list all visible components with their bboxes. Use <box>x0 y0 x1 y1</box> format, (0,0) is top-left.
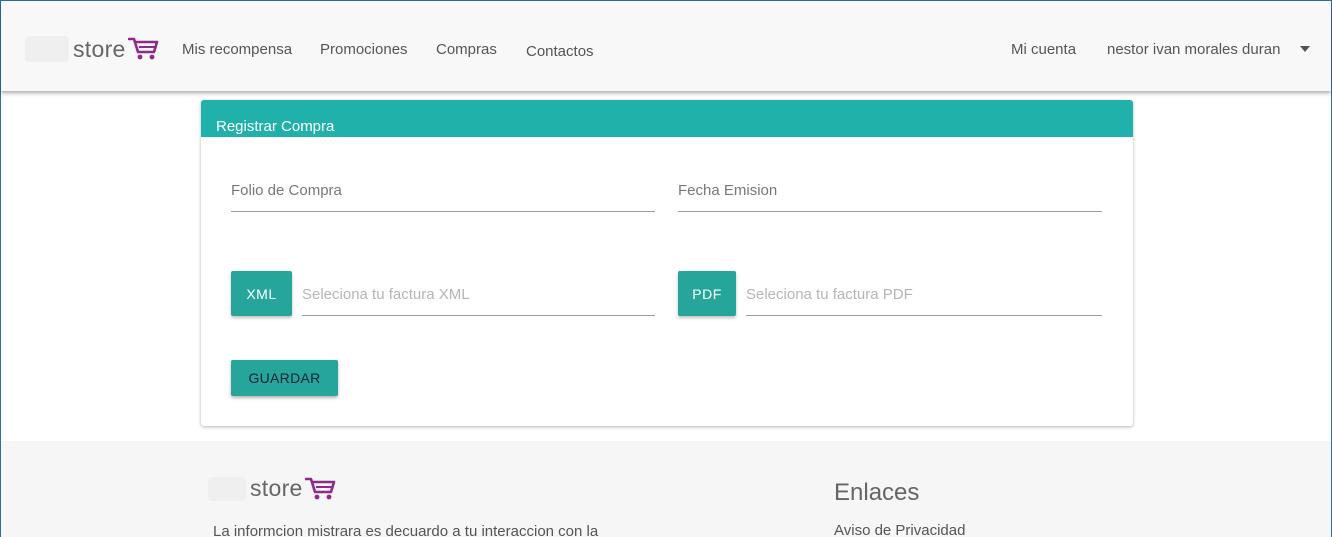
save-button[interactable]: GUARDAR <box>231 360 338 396</box>
footer-link-privacy[interactable]: Aviso de Privacidad <box>834 522 965 537</box>
shopping-cart-icon <box>304 477 335 499</box>
nav-link-mi-cuenta[interactable]: Mi cuenta <box>1011 41 1076 58</box>
xml-upload-button[interactable]: XML <box>231 271 292 316</box>
logo-placeholder <box>25 36 69 62</box>
xml-field-underline <box>302 315 655 316</box>
xml-file-input[interactable]: Seleciona tu factura XML <box>302 286 470 303</box>
footer-logo-placeholder <box>208 476 246 501</box>
nav-link-contactos[interactable]: Contactos <box>526 43 594 60</box>
pdf-field-underline <box>746 315 1102 316</box>
footer-brand-logo: store <box>208 475 337 502</box>
folio-field[interactable]: Folio de Compra <box>231 182 342 199</box>
footer-links-title: Enlaces <box>834 479 920 506</box>
brand-name: store <box>73 35 126 62</box>
top-navbar: store Mis recompensa Promociones Compras… <box>1 1 1331 91</box>
brand-logo[interactable]: store <box>25 31 160 67</box>
pdf-file-input[interactable]: Seleciona tu factura PDF <box>746 286 913 303</box>
chevron-down-icon[interactable] <box>1300 46 1310 52</box>
footer-description: La informcion mistrara es decuardo a tu … <box>213 523 599 537</box>
nav-link-promociones[interactable]: Promociones <box>320 41 408 58</box>
user-menu-name[interactable]: nestor ivan morales duran <box>1107 41 1280 58</box>
folio-field-underline <box>231 211 655 212</box>
nav-link-mis-recompensa[interactable]: Mis recompensa <box>182 41 292 58</box>
fecha-emision-field[interactable]: Fecha Emision <box>678 182 777 199</box>
shopping-cart-icon <box>127 37 158 60</box>
fecha-field-underline <box>678 211 1102 212</box>
page-footer: store La informcion mistrara es decuardo… <box>1 441 1331 537</box>
footer-brand-name: store <box>250 475 303 501</box>
register-purchase-card: Registrar Compra Folio de Compra Fecha E… <box>201 100 1133 426</box>
nav-link-compras[interactable]: Compras <box>436 41 497 58</box>
card-title: Registrar Compra <box>201 100 1133 137</box>
pdf-upload-button[interactable]: PDF <box>678 271 736 316</box>
